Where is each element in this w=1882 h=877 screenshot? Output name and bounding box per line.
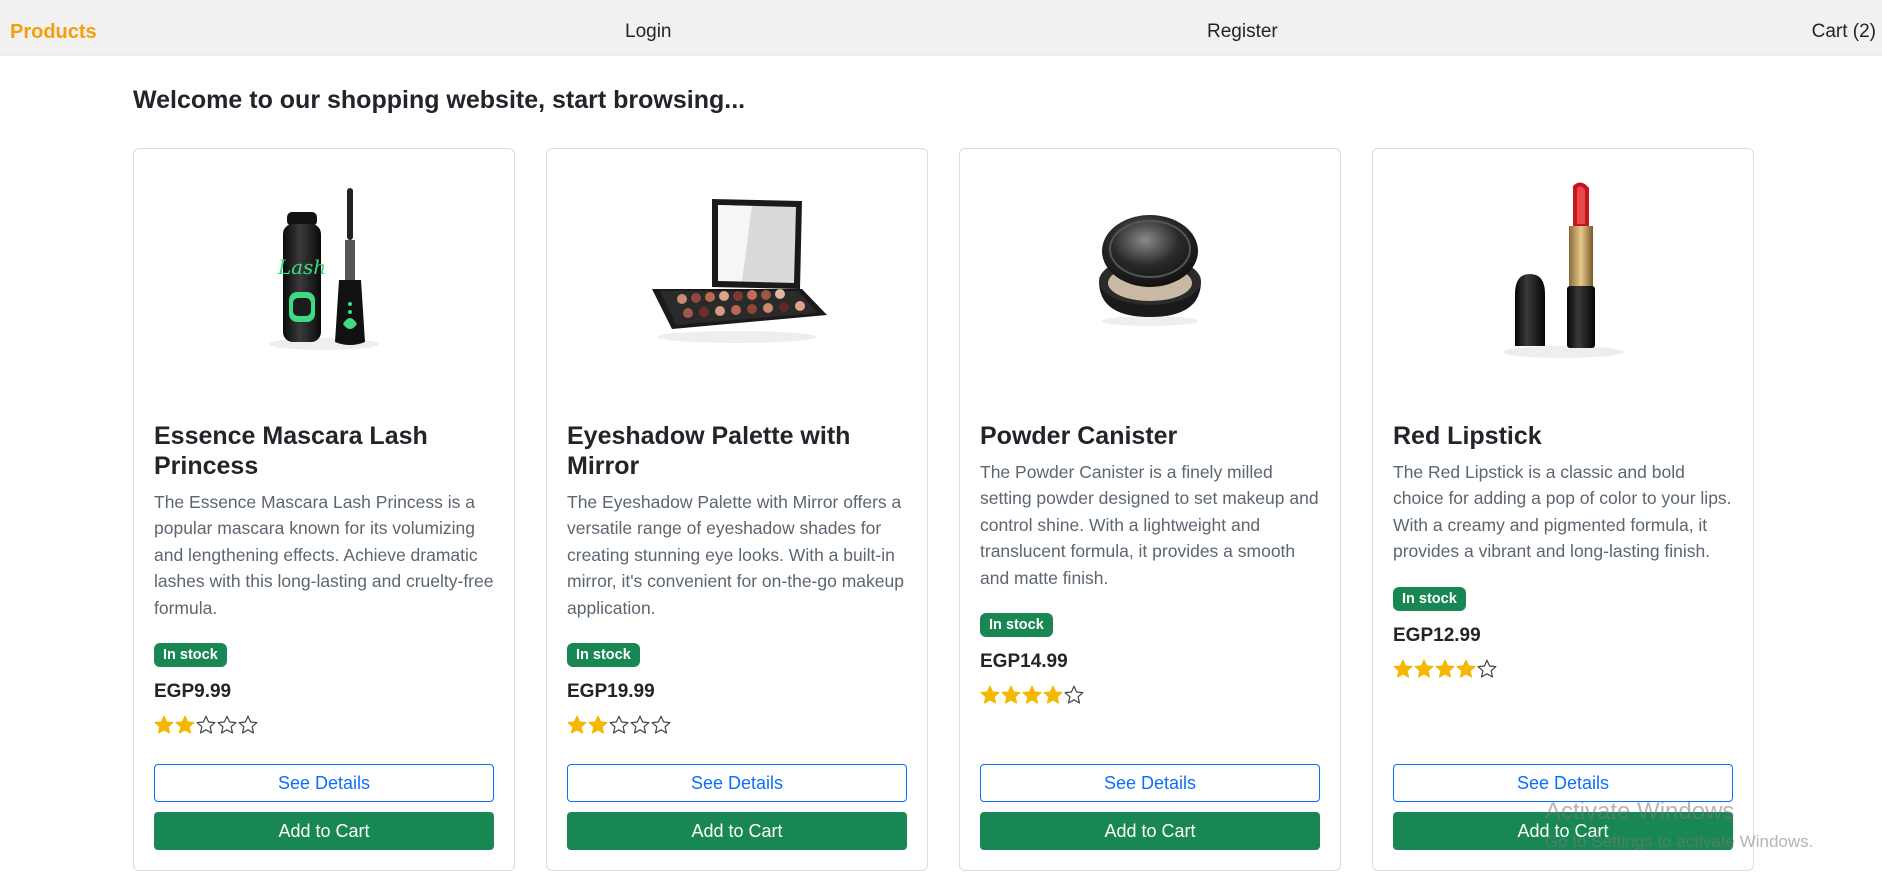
product-card: Powder Canister The Powder Canister is a…: [959, 148, 1341, 871]
product-title: Red Lipstick: [1393, 422, 1542, 450]
star-filled-icon: [1393, 659, 1413, 678]
product-description: The Red Lipstick is a classic and bold c…: [1393, 462, 1732, 562]
see-details-button[interactable]: See Details: [1393, 764, 1733, 802]
star-empty-icon: [651, 715, 671, 734]
lipstick-image: [1373, 169, 1753, 369]
stock-badge: In stock: [567, 643, 640, 668]
star-filled-icon: [1001, 685, 1021, 704]
star-empty-icon: [1064, 685, 1084, 704]
star-filled-icon: [1043, 685, 1063, 704]
stock-badge: In stock: [154, 643, 227, 668]
star-filled-icon: [980, 685, 1000, 704]
mascara-image: Lash: [134, 169, 514, 369]
see-details-button[interactable]: See Details: [154, 764, 494, 802]
top-navbar: Products Login Register Cart (2): [0, 0, 1882, 56]
star-empty-icon: [630, 715, 650, 734]
product-price: EGP14.99: [980, 651, 1068, 673]
star-filled-icon: [1456, 659, 1476, 678]
star-filled-icon: [1435, 659, 1455, 678]
star-filled-icon: [588, 715, 608, 734]
star-filled-icon: [1414, 659, 1434, 678]
product-description: The Powder Canister is a finely milled s…: [980, 462, 1319, 588]
star-empty-icon: [238, 715, 258, 734]
star-filled-icon: [175, 715, 195, 734]
product-price: EGP9.99: [154, 681, 232, 703]
rating-stars: [567, 715, 907, 737]
product-title: Essence Mascara Lash Princess: [154, 422, 428, 480]
stock-badge: In stock: [980, 613, 1053, 638]
rating-stars: [154, 715, 494, 737]
see-details-button[interactable]: See Details: [567, 764, 907, 802]
product-card: Eyeshadow Palette with Mirror The Eyesha…: [546, 148, 928, 871]
star-empty-icon: [609, 715, 629, 734]
rating-stars: [980, 685, 1320, 707]
add-to-cart-button[interactable]: Add to Cart: [154, 812, 494, 850]
powder-canister-image: [960, 169, 1340, 369]
add-to-cart-button[interactable]: Add to Cart: [1393, 812, 1733, 850]
add-to-cart-button[interactable]: Add to Cart: [980, 812, 1320, 850]
eyeshadow-palette-image: [547, 169, 927, 369]
product-price: EGP19.99: [567, 681, 655, 703]
star-filled-icon: [154, 715, 174, 734]
see-details-button[interactable]: See Details: [980, 764, 1320, 802]
stock-badge: In stock: [1393, 586, 1466, 611]
product-title: Powder Canister: [980, 422, 1178, 450]
star-filled-icon: [1022, 685, 1042, 704]
product-price: EGP12.99: [1393, 624, 1481, 646]
svg-text:Lash: Lash: [277, 255, 326, 279]
product-description: The Essence Mascara Lash Princess is a p…: [154, 492, 494, 618]
star-empty-icon: [217, 715, 237, 734]
product-card: Lash Essence Mascara Lash Princess The E…: [133, 148, 515, 871]
nav-login-link[interactable]: Login: [625, 0, 672, 56]
nav-cart-link[interactable]: Cart (2): [1812, 0, 1876, 56]
product-title: Eyeshadow Palette with Mirror: [567, 422, 851, 480]
add-to-cart-button[interactable]: Add to Cart: [567, 812, 907, 850]
product-description: The Eyeshadow Palette with Mirror offers…: [567, 492, 904, 618]
rating-stars: [1393, 659, 1733, 681]
nav-products-link[interactable]: Products: [10, 0, 97, 56]
page-title: Welcome to our shopping website, start b…: [133, 86, 746, 114]
star-filled-icon: [567, 715, 587, 734]
nav-register-link[interactable]: Register: [1207, 0, 1278, 56]
star-empty-icon: [1477, 659, 1497, 678]
product-grid: Lash Essence Mascara Lash Princess The E…: [133, 148, 1754, 871]
star-empty-icon: [196, 715, 216, 734]
product-card: Red Lipstick The Red Lipstick is a class…: [1372, 148, 1754, 871]
